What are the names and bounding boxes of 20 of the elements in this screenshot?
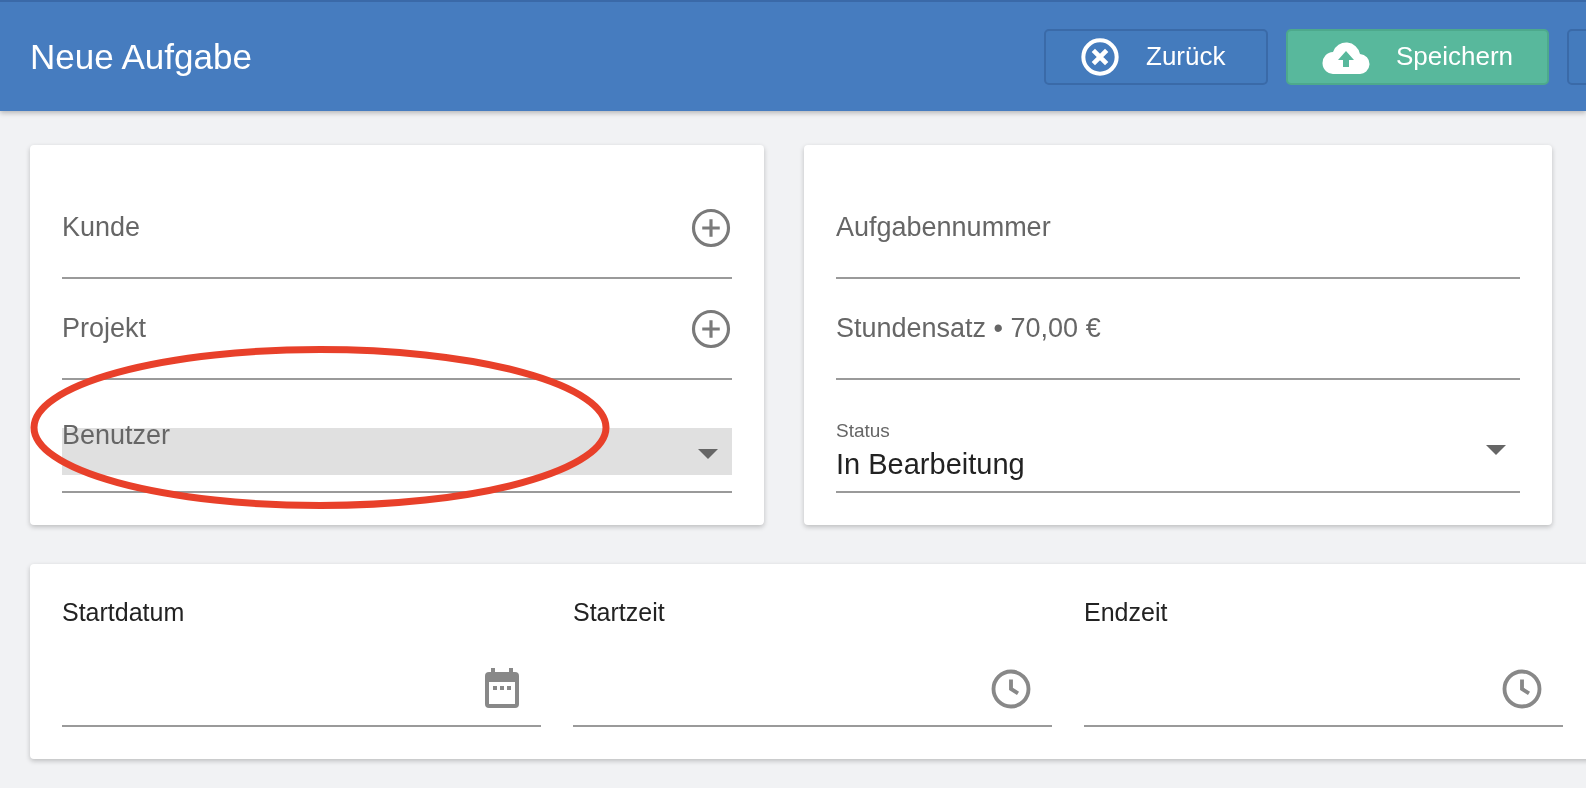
field-label: Stundensatz • 70,00 €: [836, 313, 1102, 344]
field-label: Endzeit: [1084, 598, 1169, 627]
field-label: Projekt: [62, 313, 148, 344]
calendar-icon[interactable]: [483, 668, 521, 710]
select-value[interactable]: In Bearbeitung: [836, 448, 1486, 481]
field-label: Aufgabennummer: [836, 212, 1052, 243]
back-button[interactable]: Zurück: [1044, 28, 1268, 85]
caret-icon: [698, 448, 718, 459]
add-icon[interactable]: [690, 307, 732, 350]
field-label: Startdatum: [62, 598, 186, 627]
field-label: Status: [836, 420, 891, 442]
clock-icon[interactable]: [990, 668, 1032, 710]
page-title: Neue Aufgabe: [30, 36, 253, 77]
add-icon[interactable]: [690, 206, 732, 249]
clock-icon[interactable]: [1501, 668, 1543, 710]
field-label: Startzeit: [573, 598, 666, 627]
field-label: Kunde: [62, 212, 142, 243]
caret-icon: [1486, 445, 1506, 455]
save-button[interactable]: Speichern: [1286, 28, 1549, 85]
close-icon: [1080, 36, 1120, 77]
